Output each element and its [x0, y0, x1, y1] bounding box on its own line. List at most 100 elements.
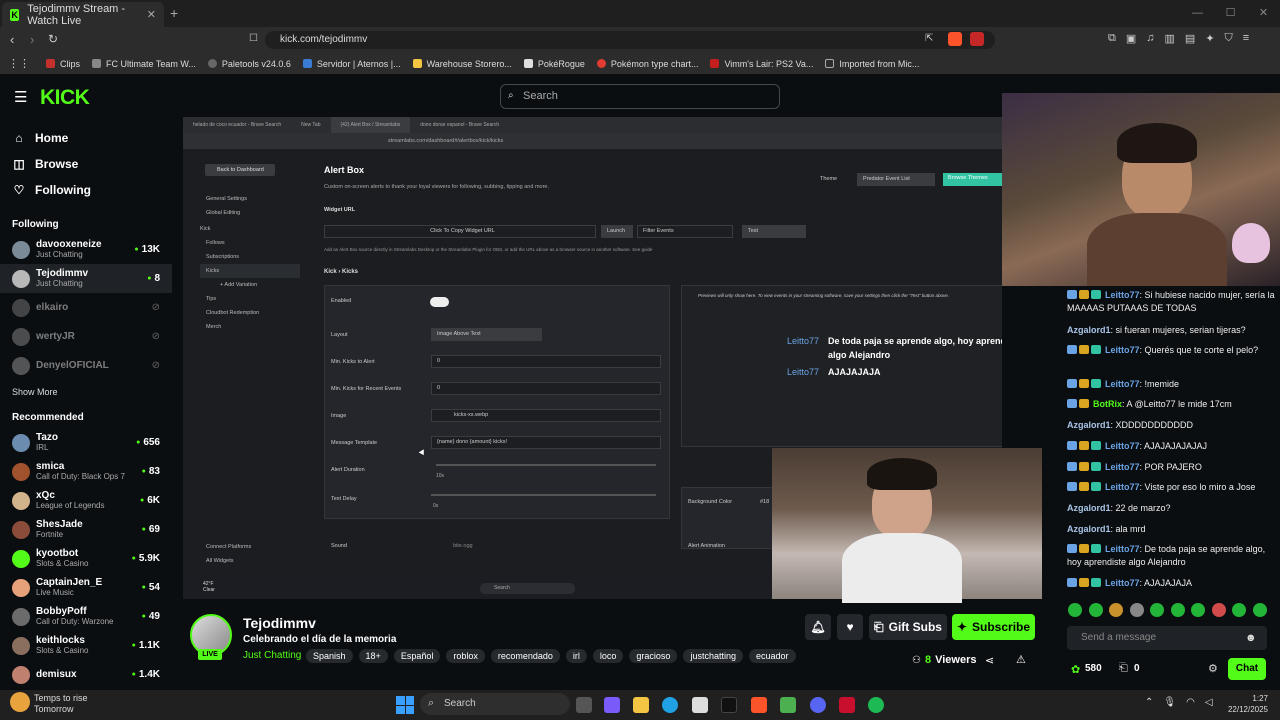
channel-item[interactable]: CaptainJen_ELive Music 54	[0, 573, 172, 602]
channel-item[interactable]: xQcLeague of Legends 6K	[0, 486, 172, 515]
stream-category[interactable]: Just Chatting	[243, 650, 301, 661]
screenshot-icon[interactable]: ▣	[1126, 32, 1136, 45]
edge-icon[interactable]	[662, 697, 678, 713]
close-window-icon[interactable]: ✕	[1247, 0, 1280, 27]
gift-subs-button[interactable]: ⎗ Gift Subs	[869, 614, 947, 640]
nav-browse[interactable]: ◫ Browse	[0, 151, 172, 177]
bookmark-icon[interactable]: ☐	[249, 33, 258, 44]
stream-tag[interactable]: ecuador	[748, 649, 796, 663]
bookmark-item[interactable]: Servidor | Aternos |...	[302, 59, 401, 69]
emoji-picker-icon[interactable]: ☻	[1245, 632, 1257, 644]
copilot-icon[interactable]	[604, 697, 620, 713]
spotify-icon[interactable]	[868, 697, 884, 713]
bookmark-folder[interactable]: Imported from Mic...	[825, 59, 919, 69]
bookmark-item[interactable]: Pokémon type chart...	[596, 59, 698, 69]
channel-item[interactable]: keithlocksSlots & Casino 1.1K	[0, 631, 172, 660]
url-field[interactable]: kick.com/tejodimmv	[265, 31, 995, 49]
wifi-icon[interactable]: ◠	[1186, 697, 1195, 708]
chat-username[interactable]: BotRix	[1093, 399, 1122, 409]
brave-rewards-icon[interactable]	[970, 32, 984, 46]
channel-item[interactable]: demisux 1.4K	[0, 660, 172, 689]
bookmark-item[interactable]: PokéRogue	[523, 59, 585, 69]
bookmark-item[interactable]: FC Ultimate Team W...	[92, 59, 196, 69]
emote-icon[interactable]	[1109, 603, 1123, 617]
nav-home[interactable]: ⌂ Home	[0, 125, 172, 151]
search-input[interactable]: Search	[500, 84, 780, 109]
browser-tab[interactable]: K Tejodimmv Stream - Watch Live ✕	[2, 2, 164, 27]
app-icon[interactable]	[839, 697, 855, 713]
chat-send-button[interactable]: Chat	[1228, 658, 1266, 680]
tiktok-icon[interactable]	[721, 697, 737, 713]
emote-icon[interactable]	[1088, 603, 1103, 617]
points-count[interactable]: 580	[1085, 663, 1102, 674]
brave-icon[interactable]	[751, 697, 767, 713]
subscribe-button[interactable]: ✦ Subscribe	[952, 614, 1035, 640]
chevron-up-icon[interactable]: ⌃	[1145, 697, 1153, 708]
follow-button[interactable]: ♥	[837, 614, 863, 640]
bookmark-item[interactable]: Warehouse Storero...	[412, 59, 512, 69]
back-icon[interactable]: ‹	[10, 32, 14, 47]
emote-icon[interactable]	[1068, 603, 1082, 617]
chat-username[interactable]: Azgalord1	[1067, 503, 1111, 513]
gift-count[interactable]: 0	[1134, 663, 1140, 674]
emote-icon[interactable]	[1191, 603, 1205, 617]
hamburger-menu-icon[interactable]: ☰	[14, 88, 27, 106]
bookmark-item[interactable]: Vimm's Lair: PS2 Va...	[710, 59, 813, 69]
stream-tag[interactable]: loco	[592, 649, 624, 663]
chat-username[interactable]: Azgalord1	[1067, 524, 1111, 534]
brave-shields-icon[interactable]	[948, 32, 962, 46]
chat-username[interactable]: Leitto77	[1105, 578, 1140, 588]
channel-item[interactable]: TazoIRL 656	[0, 428, 172, 457]
chat-settings-icon[interactable]: ⚙	[1208, 662, 1218, 675]
chat-username[interactable]: Leitto77	[1105, 345, 1140, 355]
apps-grid-icon[interactable]: ⋮⋮	[8, 57, 30, 70]
bookmark-item[interactable]: Paletools v24.0.6	[207, 59, 291, 69]
minimize-icon[interactable]: —	[1181, 0, 1214, 27]
share-icon[interactable]: ⇱	[925, 33, 933, 44]
media-icon[interactable]: ♫	[1146, 32, 1154, 45]
channel-item[interactable]: DenyelOFICIAL ⊘	[0, 351, 172, 380]
clock[interactable]: 1:27 22/12/2025	[1220, 693, 1268, 715]
share-icon[interactable]: ⋖	[985, 654, 994, 667]
taskbar-search[interactable]: Search	[420, 693, 570, 715]
kick-logo[interactable]: KICK	[40, 86, 90, 110]
emote-icon[interactable]	[1170, 603, 1185, 617]
channel-item[interactable]: ShesJadeFortnite 69	[0, 515, 172, 544]
chat-username[interactable]: Leitto77	[1105, 379, 1140, 389]
channel-item[interactable]: wertyJR ⊘	[0, 322, 172, 351]
emote-icon[interactable]	[1129, 603, 1144, 617]
stream-tag[interactable]: 18+	[358, 649, 388, 663]
chat-username[interactable]: Leitto77	[1105, 544, 1140, 554]
channel-item[interactable]: smicaCall of Duty: Black Ops 7 83	[0, 457, 172, 486]
close-tab-icon[interactable]: ✕	[147, 8, 156, 21]
sidebar-icon[interactable]: ▥	[1165, 32, 1175, 45]
chat-username[interactable]: Azgalord1	[1067, 325, 1111, 335]
emote-icon[interactable]	[1211, 603, 1226, 617]
notifications-button[interactable]: 🔔︎	[805, 614, 831, 640]
task-view-icon[interactable]	[576, 697, 592, 713]
reload-icon[interactable]: ↻	[48, 32, 58, 46]
nav-following[interactable]: ♡ Following	[0, 177, 172, 203]
new-tab-icon[interactable]: +	[170, 5, 178, 21]
channel-item[interactable]: BobbyPoffCall of Duty: Warzone 49	[0, 602, 172, 631]
maximize-icon[interactable]: ☐	[1214, 0, 1247, 27]
chat-username[interactable]: Azgalord1	[1067, 420, 1111, 430]
weather-widget[interactable]: Temps to rise Tomorrow	[34, 693, 88, 715]
stream-tag[interactable]: roblox	[446, 649, 485, 663]
emote-icon[interactable]	[1150, 603, 1164, 617]
forward-icon[interactable]: ›	[30, 32, 34, 47]
show-more-link[interactable]: Show More	[0, 382, 172, 402]
stream-tag[interactable]: irl	[565, 649, 587, 663]
stream-tag[interactable]: gracioso	[629, 649, 678, 663]
chat-username[interactable]: Leitto77	[1105, 462, 1140, 472]
vpn-icon[interactable]: ⛉	[1225, 32, 1233, 45]
channel-item[interactable]: TejodimmvJust Chatting 8	[0, 264, 172, 293]
minecraft-icon[interactable]	[780, 697, 796, 713]
channel-item[interactable]: davooxeneizeJust Chatting 13K	[0, 235, 172, 264]
emote-icon[interactable]	[1232, 603, 1246, 617]
channel-item[interactable]: elkairo ⊘	[0, 293, 172, 322]
report-icon[interactable]: ⚠	[1016, 653, 1026, 666]
wallet-icon[interactable]: ▤	[1185, 32, 1195, 45]
mic-icon[interactable]: 🎙︎	[1163, 697, 1176, 708]
start-icon[interactable]	[396, 696, 414, 714]
